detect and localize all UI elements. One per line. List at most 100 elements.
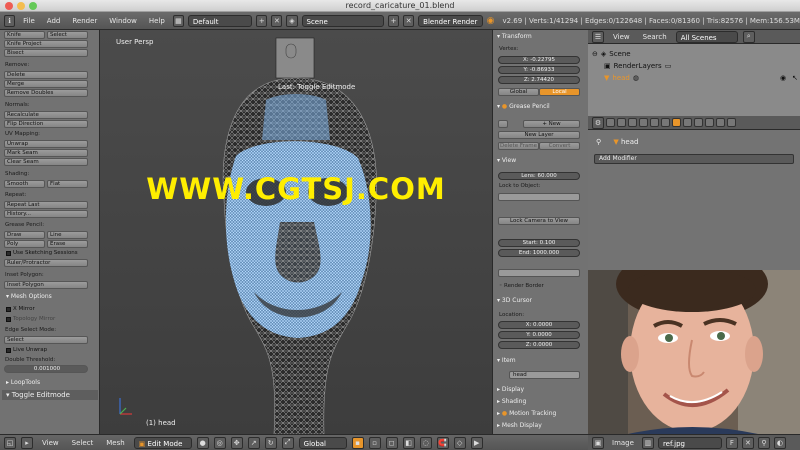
menu-add[interactable]: Add xyxy=(43,15,65,27)
render-border-checkbox[interactable]: ◦ Render Border xyxy=(499,283,544,289)
limit-selection-icon[interactable]: ◧ xyxy=(402,436,415,449)
properties-editor-icon[interactable]: ⚙ xyxy=(592,116,604,129)
lock-object-field[interactable] xyxy=(498,193,580,201)
face-select-icon[interactable]: ◻ xyxy=(385,436,398,449)
scene-icon[interactable]: ◈ xyxy=(286,14,298,27)
render-engine-select[interactable]: Blender Render xyxy=(418,14,483,27)
lock-camera-to-view-button[interactable]: Lock Camera to View xyxy=(498,217,580,225)
menu-help[interactable]: Help xyxy=(145,15,169,27)
display-panel-header[interactable]: ▸ Display xyxy=(495,385,587,395)
lens-field[interactable]: Lens: 60.000 xyxy=(498,172,580,180)
vertex-z-field[interactable]: Z: 2.74420 xyxy=(498,76,580,84)
viewport-shading-icon[interactable]: ● xyxy=(196,436,209,449)
delete-frame-button[interactable]: Delete Frame xyxy=(498,142,539,150)
recalculate-button[interactable]: Recalculate xyxy=(4,111,88,119)
vertex-select-icon[interactable]: ▪ xyxy=(351,436,364,449)
delete-button[interactable]: Delete xyxy=(4,71,88,79)
line-button[interactable]: Line xyxy=(47,231,88,239)
smooth-button[interactable]: Smooth xyxy=(4,180,45,188)
double-threshold-field[interactable]: 0.001000 xyxy=(4,365,88,373)
vertex-y-field[interactable]: Y: -0.86933 xyxy=(498,66,580,74)
image-menu[interactable]: Image xyxy=(608,437,638,449)
cursor-x-field[interactable]: X: 0.0000 xyxy=(498,321,580,329)
shading-panel-header[interactable]: ▸ Shading xyxy=(495,397,587,407)
rotate-manipulator-icon[interactable]: ↻ xyxy=(264,436,277,449)
repeat-last-button[interactable]: Repeat Last xyxy=(4,201,88,209)
3d-view-editor-icon[interactable]: ◱ xyxy=(4,436,16,449)
visibility-eye-icon[interactable]: ◉ xyxy=(780,74,786,82)
mark-seam-button[interactable]: Mark Seam xyxy=(4,149,88,157)
outliner-display-select[interactable]: All Scenes xyxy=(675,30,738,43)
editor-type-icon[interactable]: ℹ xyxy=(4,14,16,27)
looptools-panel-header[interactable]: ▸ LoopTools xyxy=(2,378,98,388)
image-name-field[interactable]: ref.jpg xyxy=(657,436,722,449)
transform-orientation-select[interactable]: Global xyxy=(298,436,347,449)
x-mirror-checkbox[interactable]: X Mirror xyxy=(6,306,35,312)
mode-select[interactable]: ▣ Edit Mode xyxy=(133,436,192,449)
inset-polygon-button[interactable]: Inset Polygon xyxy=(4,281,88,289)
layout-field[interactable]: Default xyxy=(187,14,253,27)
modifiers-tab-icon[interactable] xyxy=(672,118,681,127)
erase-button[interactable]: Erase xyxy=(47,240,88,248)
local-camera-field[interactable] xyxy=(498,269,580,277)
add-scene-icon[interactable]: + xyxy=(388,14,400,27)
menu-render[interactable]: Render xyxy=(68,15,101,27)
live-unwrap-checkbox[interactable]: Live Unwrap xyxy=(6,347,47,353)
cursor-y-field[interactable]: Y: 0.0000 xyxy=(498,331,580,339)
flip-direction-button[interactable]: Flip Direction xyxy=(4,120,88,128)
edge-select-icon[interactable]: ▫ xyxy=(368,436,381,449)
mesh-options-panel-header[interactable]: ▾ Mesh Options xyxy=(2,292,98,302)
physics-tab-icon[interactable] xyxy=(727,118,736,127)
constraints-tab-icon[interactable] xyxy=(661,118,670,127)
search-icon[interactable]: ⌕ xyxy=(742,30,755,43)
local-toggle[interactable]: Local xyxy=(539,88,580,96)
pin-image-icon[interactable]: ⚲ xyxy=(757,436,770,449)
render-layers-tab-icon[interactable] xyxy=(617,118,626,127)
scale-manipulator-icon[interactable]: ⤢ xyxy=(281,436,294,449)
delete-layout-icon[interactable]: ✕ xyxy=(271,14,283,27)
scene-field[interactable]: Scene xyxy=(301,14,385,27)
history-button[interactable]: History... xyxy=(4,210,88,218)
outliner-editor-icon[interactable]: ☰ xyxy=(592,30,604,43)
selectability-arrow-icon[interactable]: ↖ xyxy=(792,74,798,82)
view-mode-icon[interactable]: ◐ xyxy=(773,436,786,449)
convert-button[interactable]: Convert xyxy=(539,142,580,150)
collapse-icon[interactable]: ⊖ xyxy=(592,50,598,58)
world-tab-icon[interactable] xyxy=(639,118,648,127)
material-tab-icon[interactable] xyxy=(694,118,703,127)
edge-select-mode-select[interactable]: Select xyxy=(4,336,88,344)
menu-window[interactable]: Window xyxy=(105,15,141,27)
clip-end-field[interactable]: End: 1000.000 xyxy=(498,249,580,257)
motion-tracking-panel-header[interactable]: ▸ ● Motion Tracking xyxy=(495,409,587,419)
view-panel-header[interactable]: ▾ View xyxy=(495,156,587,166)
vertex-x-field[interactable]: X: -0.22795 xyxy=(498,56,580,64)
screen-layout-icon[interactable]: ▦ xyxy=(172,14,184,27)
translate-manipulator-icon[interactable]: ↗ xyxy=(247,436,260,449)
add-modifier-select[interactable]: Add Modifier xyxy=(594,154,794,164)
knife-project-button[interactable]: Knife Project xyxy=(4,40,88,48)
pencil-icon[interactable] xyxy=(498,120,508,128)
browse-image-icon[interactable]: ▥ xyxy=(641,436,654,449)
3d-viewport[interactable]: User Persp Last: Toggle Editmode (1) hea… xyxy=(100,30,492,434)
use-sketching-checkbox[interactable]: Use Sketching Sessions xyxy=(6,250,78,256)
collapse-menus-icon[interactable]: ▸ xyxy=(21,436,33,449)
flat-button[interactable]: Flat xyxy=(47,180,88,188)
toggle-editmode-panel-header[interactable]: ▾ Toggle Editmode xyxy=(2,390,98,400)
view-menu[interactable]: View xyxy=(38,437,63,449)
ruler-button[interactable]: Ruler/Protractor xyxy=(4,259,88,267)
image-editor-canvas[interactable] xyxy=(588,270,800,434)
item-panel-header[interactable]: ▾ Item xyxy=(495,356,587,366)
outliner-row-scene[interactable]: ⊖ ◈ Scene xyxy=(592,48,800,59)
scene-tab-icon[interactable] xyxy=(628,118,637,127)
grease-pencil-panel-header[interactable]: ▾ ● Grease Pencil xyxy=(495,102,587,112)
new-layer-button[interactable]: New Layer xyxy=(498,131,580,139)
manipulator-icon[interactable]: ✥ xyxy=(230,436,243,449)
texture-tab-icon[interactable] xyxy=(705,118,714,127)
mesh-display-panel-header[interactable]: ▸ Mesh Display xyxy=(495,421,587,431)
menu-file[interactable]: File xyxy=(19,15,39,27)
cursor-z-field[interactable]: Z: 0.0000 xyxy=(498,341,580,349)
remove-doubles-button[interactable]: Remove Doubles xyxy=(4,89,88,97)
particles-tab-icon[interactable] xyxy=(716,118,725,127)
bisect-button[interactable]: Bisect xyxy=(4,49,88,57)
merge-button[interactable]: Merge xyxy=(4,80,88,88)
